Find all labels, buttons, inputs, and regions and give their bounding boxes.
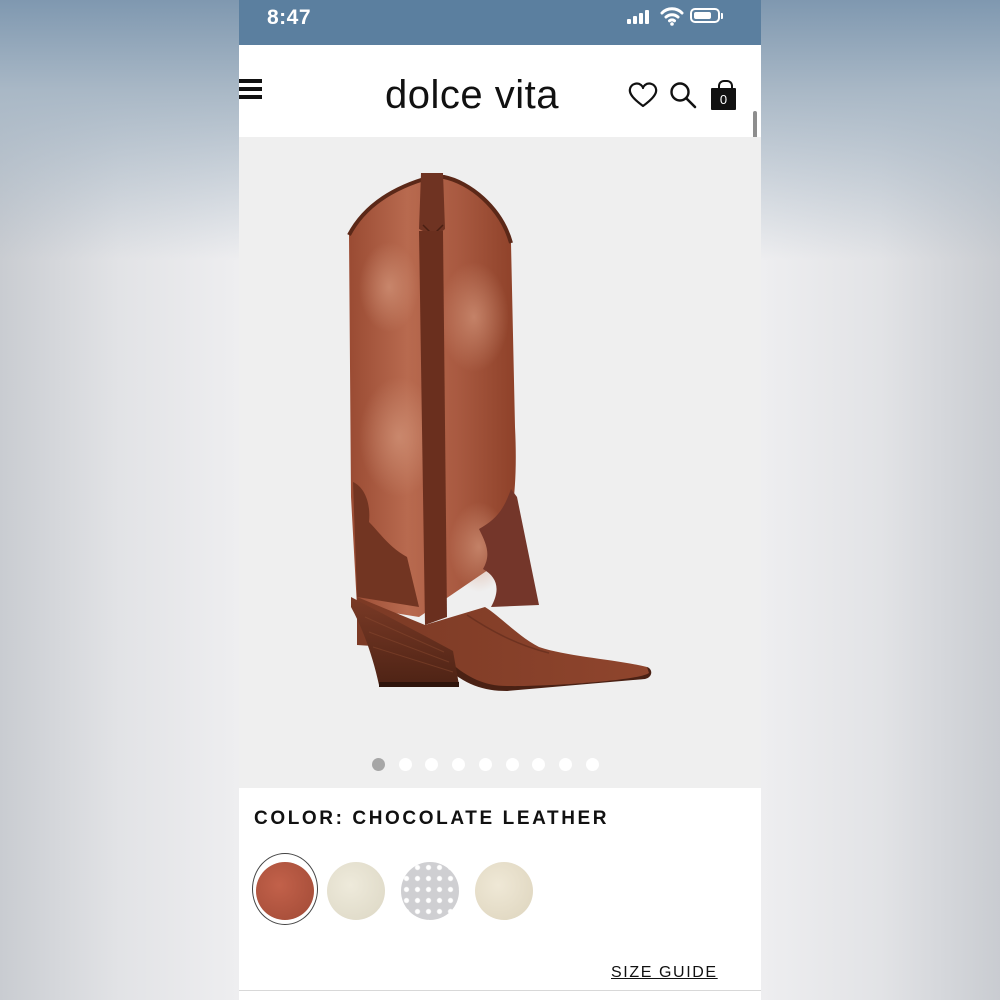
carousel-dot-5[interactable]	[478, 758, 492, 771]
swatch-pearl[interactable]	[401, 862, 459, 920]
wifi-icon	[660, 7, 684, 26]
carousel-dot-9[interactable]	[585, 758, 599, 771]
size-guide-link[interactable]: SIZE GUIDE	[611, 964, 718, 982]
site-header: dolce vita 0	[239, 45, 761, 249]
search-icon[interactable]	[669, 81, 697, 109]
shopping-bag-icon[interactable]: 0	[711, 79, 737, 111]
color-label: COLOR: CHOCOLATE LEATHER	[254, 808, 610, 829]
wishlist-heart-icon[interactable]	[628, 81, 658, 109]
swatch-chocolate-leather[interactable]	[256, 862, 314, 920]
product-image-carousel[interactable]	[239, 137, 761, 788]
cart-count: 0	[719, 92, 728, 107]
swatch-cream[interactable]	[327, 862, 385, 920]
product-boot-image	[347, 173, 652, 691]
carousel-dot-6[interactable]	[505, 758, 519, 771]
phone-screen: 8:47 dolce vita 0 COLOR: CHOCOLATE LEATH…	[239, 0, 761, 1000]
hamburger-menu-icon[interactable]	[239, 79, 262, 99]
battery-icon	[690, 8, 723, 23]
carousel-dot-4[interactable]	[452, 758, 466, 771]
carousel-dot-1[interactable]	[372, 758, 385, 771]
swatch-ivory[interactable]	[475, 862, 533, 920]
carousel-dot-8[interactable]	[558, 758, 572, 771]
cellular-signal-icon	[627, 10, 653, 24]
status-bar: 8:47	[239, 0, 761, 45]
divider	[239, 990, 761, 991]
status-time: 8:47	[267, 6, 312, 29]
carousel-dot-2[interactable]	[398, 758, 412, 771]
brand-logo[interactable]: dolce vita	[385, 73, 559, 118]
